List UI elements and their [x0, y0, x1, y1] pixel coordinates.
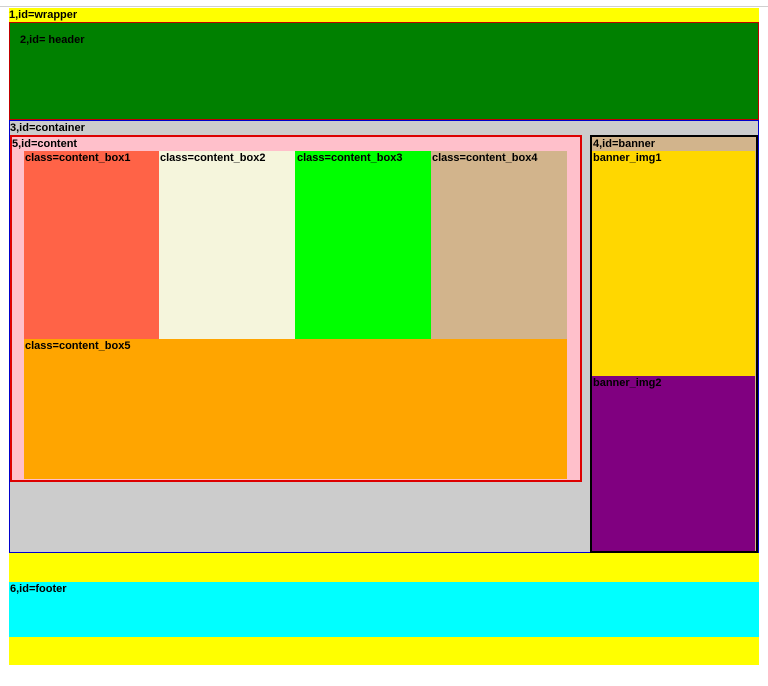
- content-label: 5,id=content: [12, 138, 78, 150]
- content-box-1: [24, 151, 159, 339]
- banner-image-2: [592, 376, 755, 551]
- content-box-5-label: class=content_box5: [25, 340, 131, 352]
- content-box-3-label: class=content_box3: [297, 152, 403, 164]
- content-box-3: [295, 151, 431, 339]
- footer-region: [9, 582, 759, 637]
- content-box-2: [159, 151, 295, 339]
- content-box-4-label: class=content_box4: [432, 152, 538, 164]
- content-box-4: [431, 151, 567, 339]
- container-label: 3,id=container: [10, 122, 85, 134]
- footer-label: 6,id=footer: [10, 583, 67, 595]
- content-box-5: [24, 339, 567, 479]
- banner-label: 4,id=banner: [593, 138, 656, 150]
- banner-image-1: [592, 151, 755, 376]
- header-label: 2,id= header: [20, 34, 85, 46]
- header-region: [9, 22, 759, 120]
- wrapper-label: 1,id=wrapper: [9, 9, 78, 21]
- banner-image-2-label: banner_img2: [593, 377, 662, 389]
- content-box-2-label: class=content_box2: [160, 152, 266, 164]
- top-divider: [0, 6, 768, 7]
- content-box-1-label: class=content_box1: [25, 152, 131, 164]
- banner-image-1-label: banner_img1: [593, 152, 662, 164]
